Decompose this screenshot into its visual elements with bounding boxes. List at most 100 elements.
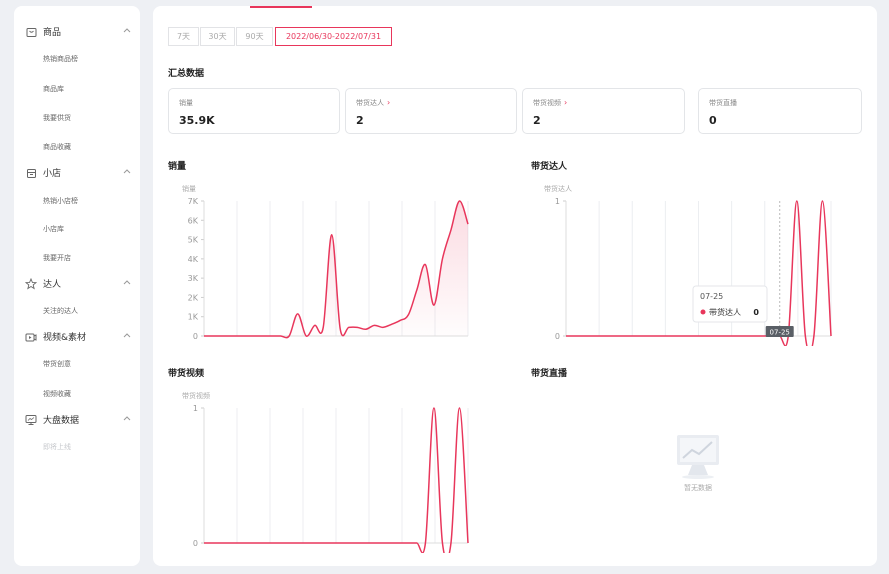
- sidebar-group-3[interactable]: 视频&素材: [14, 327, 140, 347]
- data-point: [693, 335, 695, 337]
- data-point: [220, 542, 222, 544]
- chevron-right-icon: ›: [564, 98, 568, 107]
- sidebar-item[interactable]: 视频收藏: [43, 389, 71, 399]
- data-point: [442, 542, 444, 544]
- data-point: [203, 335, 205, 337]
- data-point: [322, 542, 324, 544]
- influencers-card-label-text: 带货达人: [356, 99, 384, 107]
- y-tick-label: 0: [193, 332, 198, 341]
- data-point: [339, 542, 341, 544]
- data-point: [331, 234, 333, 236]
- sidebar-group-0[interactable]: 商品: [14, 22, 140, 42]
- data-point: [450, 229, 452, 231]
- data-point: [229, 542, 231, 544]
- y-tick-label: 3K: [188, 274, 199, 283]
- data-point: [822, 200, 824, 202]
- sidebar-item[interactable]: 我要供货: [43, 113, 71, 123]
- data-point: [263, 542, 265, 544]
- data-point: [254, 542, 256, 544]
- y-axis-label: 带货达人: [544, 184, 572, 193]
- data-point: [280, 542, 282, 544]
- data-point: [356, 327, 358, 329]
- sidebar-group-4[interactable]: 大盘数据: [14, 410, 140, 430]
- sidebar-group-label: 商品: [43, 28, 62, 38]
- tooltip-value: 0: [753, 308, 759, 317]
- data-point: [762, 335, 764, 337]
- data-point: [625, 335, 627, 337]
- video-icon: [24, 330, 38, 344]
- range-90d-button[interactable]: 90天: [236, 27, 273, 46]
- data-point: [659, 335, 661, 337]
- videos-card[interactable]: 带货视频 › 2: [522, 88, 685, 134]
- sidebar-group-label: 视频&素材: [43, 333, 87, 343]
- data-point: [433, 304, 435, 306]
- data-point: [459, 200, 461, 202]
- chevron-up-icon: [122, 25, 132, 35]
- sidebar-item[interactable]: 热销小店榜: [43, 196, 78, 206]
- sidebar-item[interactable]: 关注的达人: [43, 306, 78, 316]
- data-point: [382, 542, 384, 544]
- data-point: [212, 335, 214, 337]
- data-point: [374, 325, 376, 327]
- sales-chart: 销量 0 1K 2K 3K 4K 5K 6K 7K: [182, 184, 469, 341]
- sidebar-item[interactable]: 商品收藏: [43, 142, 71, 152]
- live-card-label: 带货直播: [709, 99, 737, 107]
- data-point: [229, 335, 231, 337]
- custom-range-button[interactable]: 2022/06/30-2022/07/31: [275, 27, 392, 46]
- shopping-bag-icon: [24, 25, 38, 39]
- active-tab-indicator: [250, 6, 312, 8]
- tooltip-date: 07-25: [700, 292, 723, 301]
- chevron-up-icon: [122, 277, 132, 287]
- data-point: [365, 328, 367, 330]
- data-point: [220, 335, 222, 337]
- y-tick-label: 1: [555, 197, 560, 206]
- range-30d-button[interactable]: 30天: [200, 27, 235, 46]
- sidebar-item[interactable]: 我要开店: [43, 253, 71, 263]
- data-point: [391, 542, 393, 544]
- data-point: [416, 289, 418, 291]
- data-point: [314, 325, 316, 327]
- data-point: [237, 335, 239, 337]
- data-point: [796, 200, 798, 202]
- data-point: [416, 542, 418, 544]
- data-point: [356, 542, 358, 544]
- data-point: [676, 335, 678, 337]
- data-point: [212, 542, 214, 544]
- influencers-chart: 带货达人 0 1 07-25 07-25 带货达人 0: [544, 184, 832, 346]
- y-tick-label: 6K: [188, 216, 199, 225]
- sidebar-item[interactable]: 带货创意: [43, 359, 71, 369]
- y-tick-label: 2K: [188, 293, 199, 302]
- sidebar-group-1[interactable]: 小店: [14, 163, 140, 183]
- data-point: [203, 542, 205, 544]
- data-point: [591, 335, 593, 337]
- data-point: [599, 335, 601, 337]
- empty-chart-icon: [677, 435, 719, 479]
- star-icon: [24, 277, 38, 291]
- videos-card-label-text: 带货视频: [533, 99, 561, 107]
- sales-card-value: 35.9K: [179, 114, 215, 127]
- sidebar-item[interactable]: 小店库: [43, 224, 64, 234]
- chevron-up-icon: [122, 166, 132, 176]
- live-chart-title: 带货直播: [531, 369, 568, 379]
- range-7d-button[interactable]: 7天: [168, 27, 199, 46]
- data-point: [450, 542, 452, 544]
- live-card-value: 0: [709, 114, 717, 127]
- data-point: [271, 542, 273, 544]
- y-tick-label: 7K: [188, 197, 199, 206]
- data-point: [246, 542, 248, 544]
- monitor-icon: [24, 413, 38, 427]
- sidebar-item[interactable]: 热销商品榜: [43, 54, 78, 64]
- data-point: [574, 335, 576, 337]
- data-point: [634, 335, 636, 337]
- chevron-up-icon: [122, 330, 132, 340]
- sidebar-group-label: 大盘数据: [43, 416, 80, 426]
- influencers-card[interactable]: 带货达人 › 2: [345, 88, 517, 134]
- sidebar: 商品热销商品榜商品库我要供货商品收藏小店热销小店榜小店库我要开店达人关注的达人视…: [14, 6, 140, 566]
- empty-state-text: 暂无数据: [684, 484, 712, 492]
- data-point: [442, 258, 444, 260]
- sidebar-item[interactable]: 商品库: [43, 84, 64, 94]
- store-icon: [24, 166, 38, 180]
- data-point: [711, 335, 713, 337]
- sales-card-label: 销量: [179, 99, 193, 107]
- sidebar-group-2[interactable]: 达人: [14, 274, 140, 294]
